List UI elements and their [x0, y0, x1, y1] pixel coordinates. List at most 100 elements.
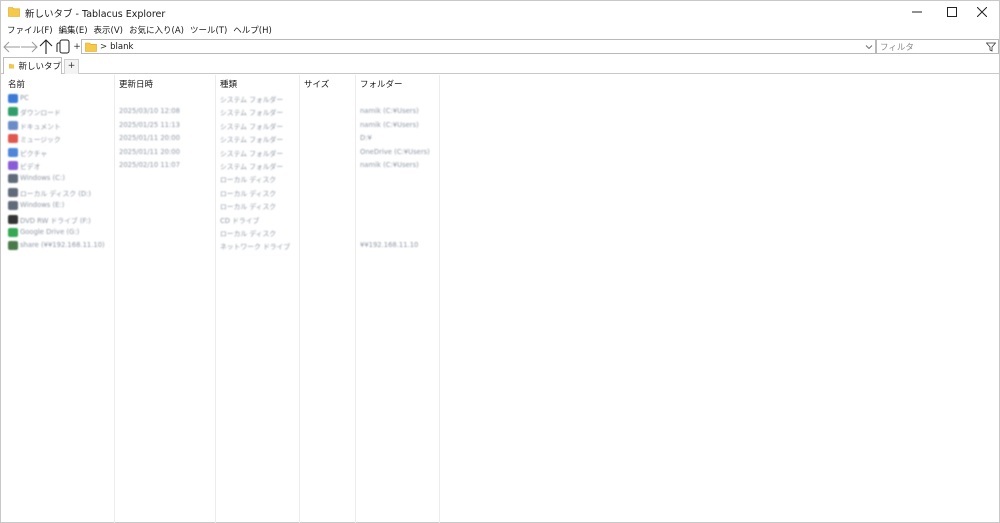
menu-edit[interactable]: 編集(E): [56, 24, 91, 36]
cell-folder: namik (C:¥Users): [360, 107, 419, 116]
list-item[interactable]: Google Drive (G:) ローカル ディスク: [1, 226, 999, 239]
minimize-button[interactable]: [899, 1, 934, 23]
file-list: PC システム フォルダー ダウンロード 2025/03/10 12:08 システム フ…: [1, 92, 999, 253]
filter-input[interactable]: フィルタ: [876, 39, 999, 54]
toolbar: + > blank フィルタ: [1, 38, 999, 55]
cell-date: 2025/02/10 11:07: [119, 160, 180, 169]
tab-label: 新しいタブ: [18, 62, 61, 72]
item-icon: [8, 147, 18, 157]
list-item[interactable]: Windows (C:) ローカル ディスク: [1, 172, 999, 185]
list-item[interactable]: share (¥¥192.168.11.10) ネットワーク ドライブ ¥¥192.…: [1, 239, 999, 252]
close-icon: [976, 7, 987, 17]
menu-view[interactable]: 表示(V): [91, 24, 126, 36]
menu-tools[interactable]: ツール(T): [187, 24, 230, 36]
address-value[interactable]: blank: [110, 42, 133, 52]
cell-name: ミュージック: [20, 136, 61, 145]
cell-type: システム フォルダー: [220, 122, 284, 131]
cell-name: Windows (C:): [20, 174, 65, 183]
item-icon: [8, 227, 18, 237]
cell-type: ローカル ディスク: [220, 229, 277, 238]
cell-date: 2025/03/10 12:08: [119, 107, 180, 116]
add-button[interactable]: +: [73, 38, 81, 55]
cell-folder: namik (C:¥Users): [360, 120, 419, 129]
list-item[interactable]: ドキュメント 2025/01/25 11:13 システム フォルダー namik (C…: [1, 119, 999, 132]
address-bar[interactable]: > blank: [81, 39, 876, 54]
cell-type: システム フォルダー: [220, 136, 284, 145]
explorer-window: 新しいタブ - Tablacus Explorer ファイル(F) 編集(E) …: [0, 0, 1000, 523]
cell-name: Google Drive (G:): [20, 227, 80, 236]
folder-icon: [8, 7, 20, 17]
menu-help[interactable]: ヘルプ(H): [230, 24, 275, 36]
title-bar[interactable]: 新しいタブ - Tablacus Explorer: [1, 1, 999, 23]
folder-icon: [85, 42, 97, 52]
item-icon: [8, 174, 18, 184]
item-icon: [8, 187, 18, 197]
list-item[interactable]: ローカル ディスク (D:) ローカル ディスク: [1, 186, 999, 199]
forward-button[interactable]: [20, 38, 38, 55]
cell-folder: namik (C:¥Users): [360, 160, 419, 169]
cell-date: 2025/01/11 20:00: [119, 134, 180, 143]
cell-folder: ¥¥192.168.11.10: [360, 241, 419, 250]
copy-icon: [56, 39, 70, 54]
arrow-left-icon: [3, 41, 20, 52]
cell-type: ネットワーク ドライブ: [220, 243, 291, 252]
list-item[interactable]: ビデオ 2025/02/10 11:07 システム フォルダー namik (C:¥U…: [1, 159, 999, 172]
cell-type: システム フォルダー: [220, 162, 284, 171]
item-icon: [8, 201, 18, 211]
filter-icon[interactable]: [986, 42, 996, 52]
item-icon: [8, 94, 18, 103]
close-button[interactable]: [964, 1, 999, 23]
add-tab-button[interactable]: +: [64, 59, 79, 74]
chevron-down-icon[interactable]: [865, 43, 873, 51]
window-title: 新しいタブ - Tablacus Explorer: [25, 9, 166, 20]
column-header-size[interactable]: サイズ: [304, 78, 329, 90]
item-icon: [8, 214, 18, 224]
up-button[interactable]: [39, 38, 53, 55]
cell-name: DVD RW ドライブ (F:): [20, 216, 91, 225]
back-button[interactable]: [3, 38, 21, 55]
breadcrumb-separator: >: [100, 41, 108, 52]
folder-icon: [9, 63, 15, 69]
cell-type: CD ドライブ: [220, 216, 260, 225]
cell-folder: D:¥: [360, 134, 372, 143]
column-header-type[interactable]: 種類: [220, 78, 237, 90]
cell-type: ローカル ディスク: [220, 176, 277, 185]
list-header: 名前 更新日時 種類 サイズ フォルダー: [1, 75, 999, 91]
column-header-date[interactable]: 更新日時: [119, 78, 153, 90]
menu-favorites[interactable]: お気に入り(A): [126, 24, 187, 36]
cell-folder: OneDrive (C:¥Users): [360, 147, 430, 156]
cell-name: Windows (E:): [20, 201, 65, 210]
list-item[interactable]: ダウンロード 2025/03/10 12:08 システム フォルダー namik (C…: [1, 105, 999, 118]
cell-type: ローカル ディスク: [220, 189, 277, 198]
cell-name: ビデオ: [20, 162, 41, 171]
cell-name: ダウンロード: [20, 109, 61, 118]
cell-name: ローカル ディスク (D:): [20, 189, 92, 198]
menu-file[interactable]: ファイル(F): [4, 24, 56, 36]
cell-name: PC: [20, 94, 29, 102]
menu-bar: ファイル(F) 編集(E) 表示(V) お気に入り(A) ツール(T) ヘルプ(…: [1, 23, 999, 37]
column-header-folder[interactable]: フォルダー: [360, 78, 403, 90]
item-icon: [8, 134, 18, 144]
arrow-up-icon: [39, 39, 53, 54]
list-item[interactable]: PC システム フォルダー: [1, 92, 999, 105]
column-header-name[interactable]: 名前: [8, 78, 25, 90]
cell-name: share (¥¥192.168.11.10): [20, 241, 105, 250]
cell-name: ドキュメント: [20, 122, 61, 131]
filter-placeholder: フィルタ: [880, 42, 914, 53]
list-item[interactable]: ミュージック 2025/01/11 20:00 システム フォルダー D:¥: [1, 132, 999, 145]
list-item[interactable]: Windows (E:) ローカル ディスク: [1, 199, 999, 212]
cell-date: 2025/01/25 11:13: [119, 120, 180, 129]
cell-type: システム フォルダー: [220, 96, 284, 104]
tab-strip: 新しいタブ +: [1, 55, 999, 74]
list-item[interactable]: DVD RW ドライブ (F:) CD ドライブ: [1, 213, 999, 226]
item-icon: [8, 107, 18, 117]
item-icon: [8, 241, 18, 251]
list-item[interactable]: ピクチャ 2025/01/11 20:00 システム フォルダー OneDrive (…: [1, 146, 999, 159]
item-icon: [8, 160, 18, 170]
item-icon: [8, 120, 18, 130]
new-window-button[interactable]: [56, 38, 70, 55]
cell-type: ローカル ディスク: [220, 203, 277, 212]
maximize-icon: [946, 7, 957, 17]
tab-new-tab[interactable]: 新しいタブ: [3, 57, 62, 74]
cell-name: ピクチャ: [20, 149, 48, 158]
